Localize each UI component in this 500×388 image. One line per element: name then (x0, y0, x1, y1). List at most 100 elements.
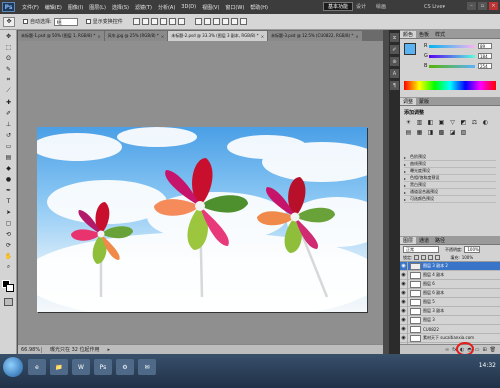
green-track[interactable] (429, 54, 475, 58)
zoom-level[interactable]: 66.98% (18, 346, 42, 353)
color-spectrum[interactable] (404, 81, 496, 90)
layer-thumbnail[interactable] (410, 289, 421, 297)
align-hcenter-icon[interactable] (168, 18, 176, 25)
quick-select-tool[interactable]: ✎ (2, 64, 15, 74)
preset-curves[interactable]: ▸ 曲线预设 (404, 161, 496, 168)
tab-layers[interactable]: 图层 (400, 236, 417, 244)
preset-selective-color[interactable]: ▸ 可选颜色预设 (404, 196, 496, 203)
new-group-icon[interactable]: ▭ (475, 347, 480, 353)
distribute-bottom-icon[interactable] (212, 18, 220, 25)
menu-filter[interactable]: 滤镜(T) (132, 4, 155, 11)
vibrance-icon[interactable]: ▽ (448, 118, 457, 126)
lock-pixels-icon[interactable] (421, 255, 427, 260)
gradient-tool[interactable]: ▤ (2, 152, 15, 162)
eraser-tool[interactable]: ▭ (2, 141, 15, 151)
menu-select[interactable]: 选择(S) (109, 4, 132, 11)
taskbar-mail-icon[interactable]: ✉ (138, 359, 156, 375)
menu-image[interactable]: 图像(I) (65, 4, 86, 11)
restore-icon[interactable]: ▫ (478, 2, 487, 10)
tab-masks[interactable]: 蒙版 (416, 98, 432, 105)
preset-channel-mixer[interactable]: ▸ 通道混合器预设 (404, 189, 496, 196)
curves-icon[interactable]: ◧ (426, 118, 435, 126)
layer-name[interactable]: 图层 3 副本 2 (423, 263, 448, 269)
brightness-contrast-icon[interactable]: ☀ (404, 118, 413, 126)
color-balance-icon[interactable]: ⚖ (470, 118, 479, 126)
menu-3d[interactable]: 3D(D) (178, 4, 199, 11)
green-value[interactable]: 184 (478, 53, 492, 59)
minimize-icon[interactable]: – (467, 2, 476, 10)
menu-analysis[interactable]: 分析(A) (155, 4, 178, 11)
tab-document-2[interactable]: 风车.jpg @ 25% (RGB/8) * × (104, 31, 168, 41)
fill-value[interactable]: 100% (462, 255, 473, 260)
type-tool[interactable]: T (2, 196, 15, 206)
visibility-eye-icon[interactable]: ◉ (400, 306, 408, 316)
layer-row[interactable]: ◉ 图层 3 副本 (400, 306, 500, 316)
menu-edit[interactable]: 编辑(E) (42, 4, 65, 11)
align-bottom-icon[interactable] (150, 18, 158, 25)
link-layers-icon[interactable]: ∞ (445, 347, 449, 353)
pen-tool[interactable]: ✒ (2, 185, 15, 195)
path-select-tool[interactable]: ➤ (2, 207, 15, 217)
posterize-icon[interactable]: ▩ (437, 128, 446, 136)
brush-panel-icon[interactable]: ✐ (390, 45, 399, 54)
taskbar-photoshop-icon[interactable]: Ps (94, 359, 112, 375)
layer-name[interactable]: CU0822 (423, 327, 439, 332)
auto-select-option[interactable]: 自动选择: 组 (23, 17, 78, 26)
blue-track[interactable] (429, 64, 475, 68)
status-menu-arrow-icon[interactable]: ▸ (108, 347, 111, 353)
align-left-icon[interactable] (159, 18, 167, 25)
blue-slider[interactable]: B 254 (424, 63, 496, 69)
blend-mode-dropdown[interactable]: 正常 (403, 246, 439, 253)
tab-styles[interactable]: 样式 (432, 31, 448, 38)
stamp-tool[interactable]: ⊥ (2, 119, 15, 129)
lasso-tool[interactable]: ʘ (2, 53, 15, 63)
marquee-tool[interactable]: ⬚ (2, 42, 15, 52)
tab-document-1[interactable]: 未标题-1.psd @ 50% (图层 1, RGB/8) * × (18, 31, 104, 41)
workspace-design[interactable]: 设计 (352, 2, 370, 11)
color-panel-foreground-swatch[interactable] (404, 43, 416, 55)
layer-thumbnail[interactable] (410, 325, 421, 333)
distribute-hcenter-icon[interactable] (230, 18, 238, 25)
layer-row[interactable]: ◉ CU0822 (400, 324, 500, 334)
clone-source-panel-icon[interactable]: ⊕ (390, 57, 399, 66)
distribute-left-icon[interactable] (221, 18, 229, 25)
dodge-tool[interactable]: ● (2, 174, 15, 184)
tab-document-4[interactable]: 未标题-3.psd @ 12.5% (CU0822, RGB/8) * × (268, 31, 362, 41)
auto-select-checkbox[interactable] (23, 19, 28, 24)
close-tab-icon[interactable]: × (97, 34, 100, 39)
black-white-icon[interactable]: ◐ (481, 118, 490, 126)
preset-black-white[interactable]: ▸ 黑白预设 (404, 182, 496, 189)
tab-color[interactable]: 颜色 (400, 30, 417, 38)
align-vcenter-icon[interactable] (141, 18, 149, 25)
visibility-eye-icon[interactable]: ◉ (400, 261, 408, 271)
layer-thumbnail[interactable] (410, 280, 421, 288)
layer-row[interactable]: ◉ 素材天下 sucaitianxia.com (400, 333, 500, 343)
visibility-eye-icon[interactable]: ◉ (400, 333, 408, 343)
visibility-eye-icon[interactable]: ◉ (400, 288, 408, 298)
crop-tool[interactable]: ⌗ (2, 75, 15, 85)
layer-name[interactable]: 素材天下 sucaitianxia.com (423, 335, 474, 341)
layer-name[interactable]: 图层 3 (423, 317, 435, 323)
distribute-top-icon[interactable] (194, 18, 202, 25)
visibility-eye-icon[interactable]: ◉ (400, 324, 408, 334)
healing-tool[interactable]: ✚ (2, 97, 15, 107)
visibility-eye-icon[interactable]: ◉ (400, 279, 408, 289)
levels-icon[interactable]: ▥ (415, 118, 424, 126)
tab-adjustments[interactable]: 调整 (400, 97, 417, 105)
lock-position-icon[interactable] (428, 255, 434, 260)
menu-window[interactable]: 窗口(W) (222, 4, 247, 11)
channel-mixer-icon[interactable]: ▦ (415, 128, 424, 136)
workspace-essentials[interactable]: 基本功能 (323, 2, 354, 11)
layer-thumbnail[interactable] (410, 262, 421, 270)
taskbar-word-icon[interactable]: W (72, 359, 90, 375)
zoom-tool[interactable]: ⌕ (2, 262, 15, 272)
close-tab-icon[interactable]: × (355, 34, 358, 39)
history-panel-icon[interactable]: ⧖ (390, 33, 399, 42)
taskbar-settings-icon[interactable]: ⚙ (116, 359, 134, 375)
visibility-eye-icon[interactable]: ◉ (400, 315, 408, 325)
blur-tool[interactable]: ◆ (2, 163, 15, 173)
red-slider[interactable]: R 89 (424, 43, 496, 49)
align-right-icon[interactable] (177, 18, 185, 25)
opacity-value[interactable]: 100% (464, 246, 481, 253)
start-button[interactable] (3, 357, 23, 377)
